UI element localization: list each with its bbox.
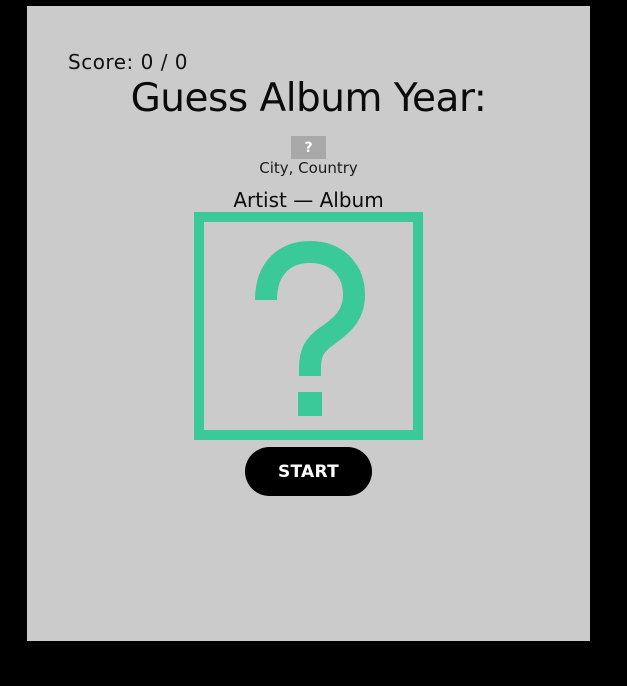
question-mark-icon: ? [304, 139, 313, 156]
page-title: Guess Album Year: [130, 76, 487, 121]
country-flag-placeholder: ? [291, 136, 326, 159]
artist-album-label: Artist — Album [233, 188, 384, 212]
start-button[interactable]: START [245, 447, 372, 496]
game-panel: Score: 0 / 0 Guess Album Year: ? City, C… [27, 6, 590, 641]
question-mark-icon [255, 240, 366, 416]
album-cover-placeholder [194, 212, 423, 440]
score-display: Score: 0 / 0 [68, 50, 189, 74]
artist-location: City, Country [259, 159, 358, 177]
